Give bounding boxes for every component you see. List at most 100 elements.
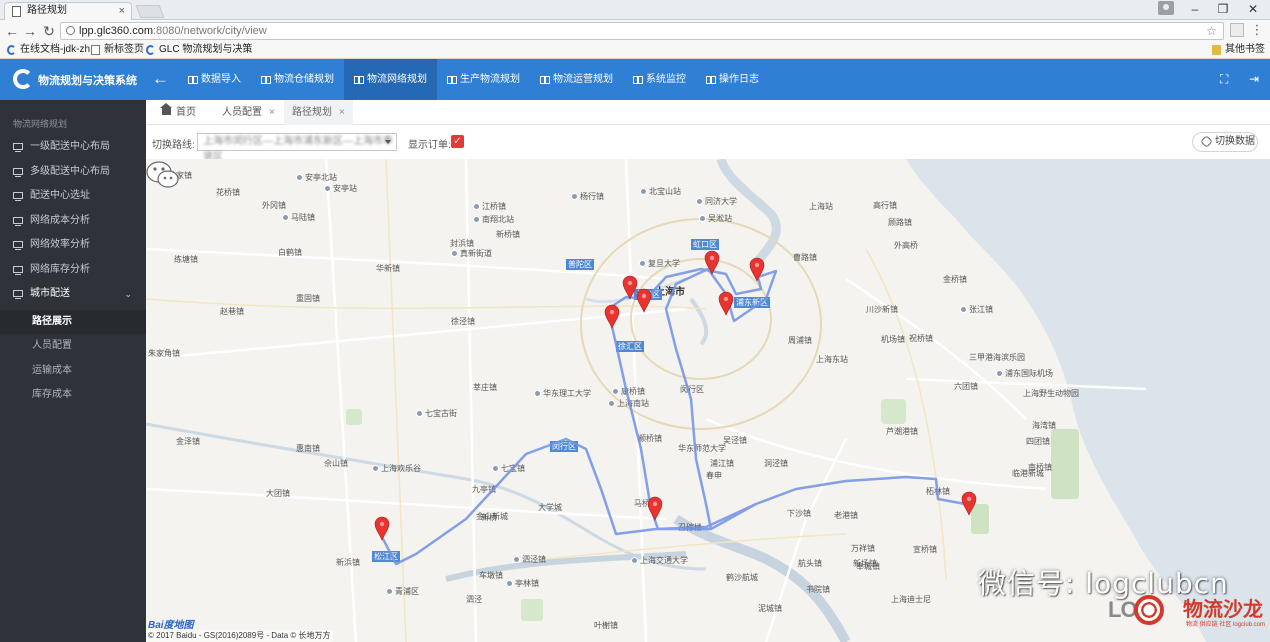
delivery-route-line — [380, 267, 973, 566]
book-icon — [261, 75, 271, 84]
extension-icon[interactable] — [1230, 23, 1244, 37]
book-icon — [706, 75, 716, 84]
switch-data-button[interactable]: 切换数据 — [1192, 132, 1258, 152]
book-icon — [447, 75, 457, 84]
caret-down-icon — [385, 140, 391, 144]
sidebar-caption: 物流网络规划 — [13, 119, 68, 129]
browser-tab-title: 路径规划 — [27, 5, 67, 16]
bookmark-star-icon[interactable]: ☆ — [1206, 23, 1217, 39]
nav-network-planning[interactable]: 物流网络规划 — [344, 59, 437, 100]
site-info-icon[interactable] — [66, 26, 75, 35]
order-pin-icon[interactable] — [961, 491, 977, 516]
order-pin-icon[interactable] — [636, 288, 652, 313]
show-orders-label: 显示订单: — [408, 140, 451, 151]
page-tabs: 首页 人员配置 × 路径规划 × — [146, 100, 1270, 125]
browser-tab[interactable]: 路径规划 × — [4, 2, 132, 20]
close-icon[interactable]: × — [269, 107, 275, 118]
bookmark-item[interactable]: GLC 物流规划与决策 — [146, 42, 252, 58]
sidebar-item-cost-analysis[interactable]: 网络成本分析 — [0, 209, 146, 233]
home-icon — [160, 103, 172, 115]
bookmarks-bar: 在线文档-jdk-zh 新标签页 GLC 物流规划与决策 其他书签 — [0, 42, 1270, 59]
sidebar-item-dc-location[interactable]: 配送中心选址 — [0, 184, 146, 208]
fullscreen-icon[interactable]: ⛶ — [1220, 72, 1228, 87]
sidebar-sub-transport-cost[interactable]: 运输成本 — [0, 359, 146, 383]
sidebar-item-inventory-analysis[interactable]: 网络库存分析 — [0, 258, 146, 282]
book-icon — [188, 75, 198, 84]
close-window-icon[interactable]: ✕ — [1238, 0, 1268, 20]
nav-warehouse-planning[interactable]: 物流仓储规划 — [251, 59, 344, 100]
order-pin-icon[interactable] — [622, 275, 638, 300]
top-nav: 数据导入 物流仓储规划 物流网络规划 生产物流规划 物流运营规划 系统监控 操作… — [178, 59, 769, 100]
page-icon — [12, 6, 21, 17]
monitor-icon — [13, 241, 23, 250]
logo-ring-icon — [1134, 595, 1164, 625]
book-icon — [633, 75, 643, 84]
route-select[interactable]: 上海市闵行区—上海市浦东新区—上海市奉贤区 — [197, 133, 397, 163]
monitor-icon — [13, 217, 23, 226]
app-brand: 物流规划与决策系统 — [38, 75, 137, 87]
link-icon — [1200, 135, 1213, 148]
sidebar-item-efficiency-analysis[interactable]: 网络效率分析 — [0, 233, 146, 257]
chevron-down-icon: ⌄ — [124, 289, 132, 299]
sidebar: 物流网络规划 一级配送中心布局 多级配送中心布局 配送中心选址 网络成本分析 网… — [0, 100, 146, 642]
order-pin-icon[interactable] — [604, 304, 620, 329]
browser-tab-bar: 路径规划 × – ❐ ✕ — [0, 0, 1270, 20]
bookmark-favicon — [146, 45, 155, 55]
bookmark-item[interactable]: 新标签页 — [91, 42, 144, 58]
app-logo-icon — [13, 69, 33, 89]
nav-operations-planning[interactable]: 物流运营规划 — [530, 59, 623, 100]
order-pin-icon[interactable] — [749, 257, 765, 282]
wechat-icon — [146, 161, 179, 188]
monitor-icon — [13, 266, 23, 275]
baidu-logo: Bai度地图 — [148, 620, 194, 631]
monitor-icon — [13, 290, 23, 299]
book-icon — [540, 75, 550, 84]
sidebar-item-multi-dc[interactable]: 多级配送中心布局 — [0, 160, 146, 184]
nav-operation-log[interactable]: 操作日志 — [696, 59, 769, 100]
map-toolbar: 切换路线: 上海市闵行区—上海市浦东新区—上海市奉贤区 显示订单: ✓ 切换数据 — [146, 126, 1270, 163]
tab-staffing[interactable]: 人员配置 × — [222, 100, 275, 125]
address-bar: ← → ↻ lpp.glc360.com:8080/network/city/v… — [0, 20, 1270, 42]
map-canvas[interactable]: 陆家镇 安亭北站 安亭站 花桥镇 外冈镇 马陆镇 江桥镇 南翔北站 封浜镇 新桥… — [146, 159, 1270, 642]
nav-system-monitor[interactable]: 系统监控 — [623, 59, 696, 100]
close-icon[interactable]: × — [339, 107, 345, 118]
order-pin-icon[interactable] — [647, 496, 663, 521]
collapse-arrow-icon[interactable]: ← — [152, 69, 169, 89]
tab-home[interactable]: 首页 — [160, 100, 196, 125]
maximize-icon[interactable]: ❐ — [1208, 0, 1238, 20]
back-icon[interactable]: ← — [4, 22, 20, 40]
page-icon — [91, 45, 100, 55]
order-pin-icon[interactable] — [374, 516, 390, 541]
folder-icon — [1212, 45, 1221, 55]
bookmark-favicon — [7, 45, 16, 55]
app-header: 物流规划与决策系统 ← 数据导入 物流仓储规划 物流网络规划 生产物流规划 物流… — [0, 59, 1270, 100]
tab-route-planning[interactable]: 路径规划 × — [284, 100, 353, 125]
nav-data-import[interactable]: 数据导入 — [178, 59, 251, 100]
map-copyright: © 2017 Baidu - GS(2016)2089号 - Data © 长地… — [146, 630, 333, 641]
forward-icon[interactable]: → — [22, 22, 38, 40]
show-orders-checkbox[interactable]: ✓ — [451, 135, 464, 148]
url-path: :8080/network/city/view — [153, 25, 267, 37]
new-tab-button[interactable] — [135, 5, 165, 18]
nav-production-planning[interactable]: 生产物流规划 — [437, 59, 530, 100]
bookmark-item[interactable]: 在线文档-jdk-zh — [7, 42, 90, 58]
browser-menu-icon[interactable]: ⋮ — [1250, 22, 1264, 38]
sidebar-item-city-delivery[interactable]: 城市配送 ⌄ — [0, 282, 146, 306]
sidebar-sub-inventory-cost[interactable]: 库存成本 — [0, 383, 146, 407]
minimize-icon[interactable]: – — [1180, 0, 1210, 20]
book-icon — [354, 75, 364, 84]
monitor-icon — [13, 192, 23, 201]
monitor-icon — [13, 143, 23, 152]
sidebar-sub-route-display[interactable]: 路径展示 — [0, 310, 146, 334]
monitor-icon — [13, 168, 23, 177]
user-profile-icon[interactable] — [1158, 1, 1174, 15]
logout-icon[interactable]: ⇥ — [1249, 72, 1259, 86]
url-host: lpp.glc360.com — [79, 25, 153, 37]
other-bookmarks[interactable]: 其他书签 — [1212, 42, 1265, 58]
route-select-label: 切换路线: — [152, 140, 195, 151]
close-tab-icon[interactable]: × — [119, 3, 125, 19]
url-input[interactable]: lpp.glc360.com:8080/network/city/view ☆ — [60, 22, 1224, 40]
sidebar-sub-staffing[interactable]: 人员配置 — [0, 334, 146, 358]
reload-icon[interactable]: ↻ — [41, 22, 57, 40]
sidebar-item-tier1-dc[interactable]: 一级配送中心布局 — [0, 135, 146, 159]
